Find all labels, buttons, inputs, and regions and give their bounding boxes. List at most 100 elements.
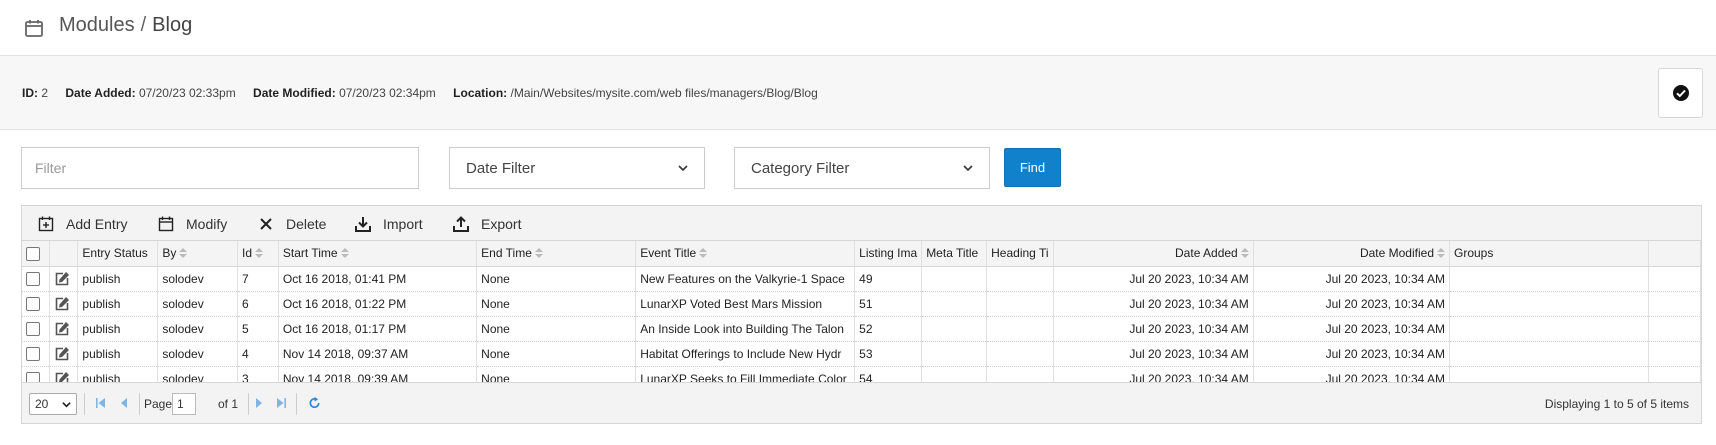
location-value: /Main/Websites/mysite.com/web files/mana… [510, 86, 818, 100]
pagination-summary: Displaying 1 to 5 of 5 items [1544, 397, 1689, 411]
column-header-groups[interactable]: Groups [1449, 241, 1650, 267]
table-row[interactable]: publish solodev 5 Oct 16 2018, 01:17 PM None… [22, 316, 1701, 342]
pager-separator [84, 393, 85, 415]
cell-end: None [476, 266, 637, 292]
first-page-icon[interactable] [95, 396, 107, 410]
entries-grid: Add Entry Modify Delete Import Export En… [21, 205, 1702, 424]
cell-status: publish [77, 291, 159, 317]
breadcrumb-modules[interactable]: Modules [59, 14, 135, 36]
edit-icon[interactable] [54, 271, 70, 287]
cell-id: 5 [237, 316, 279, 342]
breadcrumb-separator: / [140, 14, 147, 36]
cell-title: New Features on the Valkyrie-1 Space [635, 266, 856, 292]
table-row[interactable]: publish solodev 6 Oct 16 2018, 01:22 PM None… [22, 291, 1701, 317]
pager-separator [248, 393, 249, 415]
cell-start: Nov 14 2018, 09:37 AM [278, 341, 478, 367]
pagination-bar: 20 Page 1 of 1 Displaying 1 to 5 of 5 it… [22, 382, 1701, 423]
next-page-icon[interactable] [253, 396, 265, 410]
row-select-cell [22, 341, 51, 367]
close-icon [260, 217, 272, 230]
cell-added: Jul 20 2023, 10:34 AM [1053, 266, 1254, 292]
sort-icon [179, 248, 188, 259]
refresh-icon[interactable] [308, 396, 321, 410]
date-modified-label: Date Modified: [253, 86, 336, 100]
edit-icon[interactable] [54, 346, 70, 362]
page-number-input[interactable]: 1 [172, 393, 196, 415]
column-header-end-time[interactable]: End Time [476, 241, 637, 267]
row-select-cell [22, 266, 51, 292]
chevron-down-icon [963, 165, 973, 172]
cell-heading [986, 266, 1054, 292]
cell-end: None [476, 341, 637, 367]
column-header-by[interactable]: By [157, 241, 238, 267]
last-page-icon[interactable] [275, 396, 287, 410]
prev-page-icon[interactable] [118, 396, 130, 410]
column-header-listing-image[interactable]: Listing Ima [854, 241, 923, 267]
row-checkbox[interactable] [26, 271, 40, 286]
row-checkbox[interactable] [26, 296, 40, 311]
cell-modified: Jul 20 2023, 10:34 AM [1253, 266, 1451, 292]
column-header-meta-title[interactable]: Meta Title [921, 241, 988, 267]
chevron-down-icon [62, 401, 71, 407]
add-entry-button[interactable]: Add Entry [38, 206, 127, 241]
calendar-plus-icon [38, 216, 54, 231]
filler-cell [1648, 291, 1701, 317]
column-header-entry-status[interactable]: Entry Status [77, 241, 159, 267]
cell-groups [1449, 316, 1650, 342]
grid-toolbar: Add Entry Modify Delete Import Export [22, 206, 1701, 241]
upload-icon [453, 215, 469, 232]
column-header-start-time[interactable]: Start Time [278, 241, 478, 267]
cell-title: LunarXP Voted Best Mars Mission [635, 291, 856, 317]
import-button[interactable]: Import [355, 206, 423, 241]
column-header-date-modified[interactable]: Date Modified [1253, 241, 1451, 267]
breadcrumb-current: Blog [152, 14, 193, 36]
row-select-cell [22, 316, 51, 342]
column-header-id[interactable]: Id [237, 241, 279, 267]
cell-meta [921, 291, 988, 317]
import-label: Import [383, 215, 423, 232]
cell-listing: 49 [854, 266, 923, 292]
row-edit-cell [49, 266, 79, 292]
sort-icon [255, 248, 264, 259]
select-all-checkbox[interactable] [26, 246, 40, 261]
add-entry-label: Add Entry [66, 215, 128, 232]
table-row[interactable]: publish solodev 4 Nov 14 2018, 09:37 AM None… [22, 341, 1701, 367]
cell-added: Jul 20 2023, 10:34 AM [1053, 291, 1254, 317]
find-button[interactable]: Find [1004, 148, 1061, 187]
row-checkbox[interactable] [26, 346, 40, 361]
date-filter-value: Date Filter [466, 159, 536, 177]
page-of-label: of 1 [218, 397, 239, 411]
id-label: ID: [22, 86, 38, 100]
cell-status: publish [77, 316, 159, 342]
delete-button[interactable]: Delete [258, 206, 326, 241]
column-header-date-added[interactable]: Date Added [1053, 241, 1254, 267]
page-header: Modules / Blog [0, 0, 1716, 56]
cell-modified: Jul 20 2023, 10:34 AM [1253, 291, 1451, 317]
confirm-button[interactable] [1658, 68, 1703, 118]
cell-status: publish [77, 341, 159, 367]
calendar-icon [158, 216, 174, 231]
row-checkbox[interactable] [26, 321, 40, 336]
cell-start: Oct 16 2018, 01:17 PM [278, 316, 478, 342]
date-added-label: Date Added: [65, 86, 136, 100]
cell-heading [986, 316, 1054, 342]
column-header-event-title[interactable]: Event Title [635, 241, 856, 267]
modify-button[interactable]: Modify [158, 206, 227, 241]
category-filter-select[interactable]: Category Filter [734, 147, 990, 189]
cell-by: solodev [157, 341, 238, 367]
export-button[interactable]: Export [453, 206, 521, 241]
date-filter-select[interactable]: Date Filter [449, 147, 705, 189]
filter-input[interactable] [21, 147, 419, 189]
row-edit-cell [49, 341, 79, 367]
cell-added: Jul 20 2023, 10:34 AM [1053, 341, 1254, 367]
cell-title: Habitat Offerings to Include New Hydr [635, 341, 856, 367]
page-size-select[interactable]: 20 [29, 393, 77, 415]
cell-added: Jul 20 2023, 10:34 AM [1053, 316, 1254, 342]
edit-icon[interactable] [54, 296, 70, 312]
column-header-heading-title[interactable]: Heading Ti [986, 241, 1054, 267]
cell-heading [986, 291, 1054, 317]
modify-label: Modify [186, 215, 228, 232]
cell-status: publish [77, 266, 159, 292]
edit-icon[interactable] [54, 321, 70, 337]
table-row[interactable]: publish solodev 7 Oct 16 2018, 01:41 PM None… [22, 266, 1701, 292]
